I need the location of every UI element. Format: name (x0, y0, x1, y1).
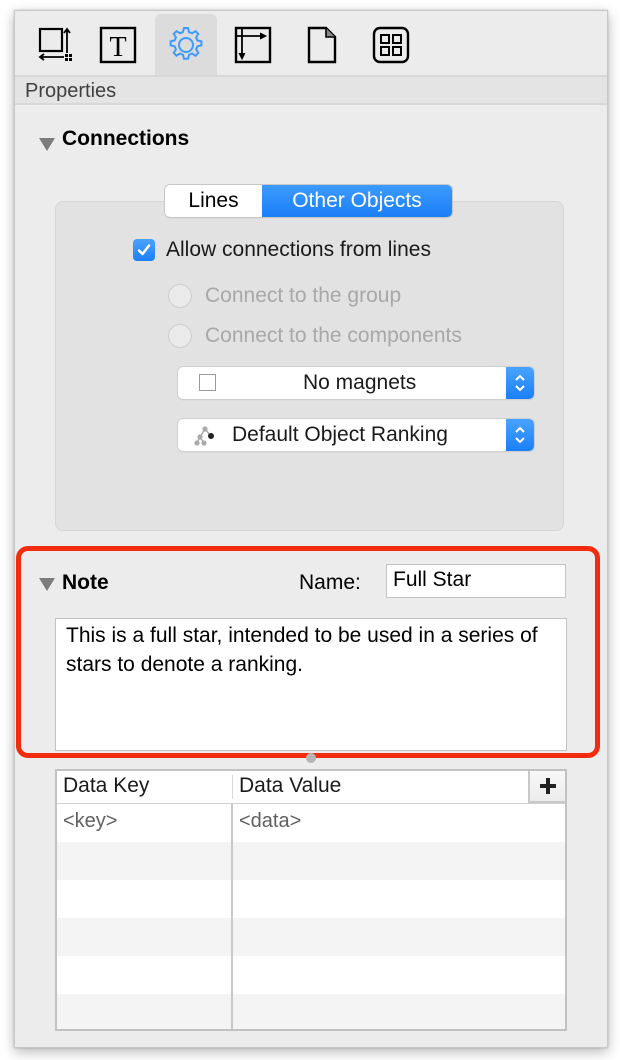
properties-label: Properties (25, 80, 117, 102)
data-table: <key> <data> Data Key Data Value (55, 769, 567, 1031)
add-row-button[interactable] (528, 771, 565, 803)
table-row (57, 880, 565, 918)
connections-disclosure-icon[interactable] (39, 138, 55, 151)
tab-properties[interactable] (155, 14, 217, 75)
column-divider[interactable] (231, 804, 233, 1029)
ranking-value: Default Object Ranking (232, 423, 448, 446)
no-magnets-icon (199, 374, 216, 391)
geometry-icon (38, 27, 72, 61)
checkmark-icon (137, 244, 151, 256)
chevron-updown-icon (515, 426, 525, 444)
connect-group-radio[interactable] (168, 284, 192, 308)
table-row (57, 918, 565, 956)
ranking-popup[interactable]: Default Object Ranking (178, 419, 534, 451)
note-textarea[interactable]: This is a full star, intended to be used… (55, 618, 567, 751)
canvas-size-icon (234, 26, 272, 63)
segment-other-objects[interactable]: Other Objects (262, 185, 452, 217)
table-row (57, 994, 565, 1029)
tab-document[interactable] (291, 14, 353, 75)
allow-connections-label: Allow connections from lines (166, 238, 431, 261)
allow-connections-checkbox[interactable] (133, 239, 155, 261)
column-header-value[interactable]: Data Value (239, 774, 341, 798)
connect-components-label: Connect to the components (205, 324, 462, 347)
column-header-key[interactable]: Data Key (63, 774, 149, 798)
connect-group-label: Connect to the group (205, 284, 402, 307)
tab-geometry[interactable] (25, 14, 87, 75)
gear-icon (169, 26, 203, 60)
text-icon: T (99, 26, 137, 63)
ranking-icon (194, 426, 214, 446)
value-cell[interactable]: <data> (239, 810, 301, 833)
segment-lines[interactable]: Lines (165, 185, 262, 217)
connections-title: Connections (62, 127, 190, 150)
chevron-updown-icon (515, 374, 525, 392)
plus-icon (539, 778, 556, 794)
connections-segmented-control: Lines Other Objects (165, 185, 452, 217)
split-handle[interactable] (306, 753, 316, 763)
table-header: Data Key Data Value (57, 771, 565, 804)
connect-components-radio[interactable] (168, 324, 192, 348)
document-icon (307, 26, 337, 63)
inspector-panel: T Properties Connections Lines Other Obj… (14, 10, 608, 1048)
magnets-value: No magnets (303, 371, 417, 394)
table-row (57, 956, 565, 994)
header-divider (232, 775, 233, 799)
table-row (57, 842, 565, 880)
table-row[interactable]: <key> <data> (57, 804, 565, 842)
tab-grid[interactable] (360, 14, 422, 75)
note-disclosure-icon[interactable] (39, 578, 55, 591)
properties-header: Properties (15, 75, 607, 105)
ranking-stepper[interactable] (506, 419, 534, 451)
grid-icon (372, 26, 410, 63)
magnets-popup[interactable]: No magnets (178, 367, 534, 399)
inspector-toolbar: T (15, 11, 607, 75)
tab-canvas-size[interactable] (222, 14, 284, 75)
key-cell[interactable]: <key> (63, 810, 117, 833)
name-field[interactable]: Full Star (386, 564, 566, 598)
svg-text:T: T (109, 32, 126, 63)
name-label: Name: (299, 571, 361, 594)
tab-text[interactable]: T (87, 14, 149, 75)
magnets-stepper[interactable] (506, 367, 534, 399)
note-title: Note (62, 571, 109, 594)
